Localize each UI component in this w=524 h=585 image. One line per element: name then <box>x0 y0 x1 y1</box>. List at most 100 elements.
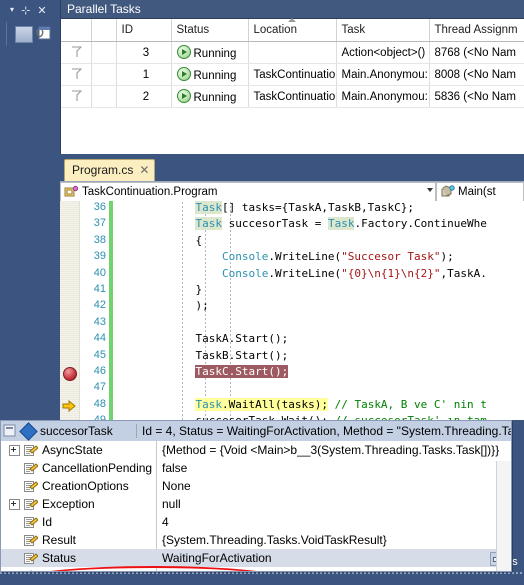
line-number: 46 <box>93 365 106 377</box>
mini-toolbar <box>6 22 59 46</box>
parallel-tasks-window: Parallel Tasks ID Status Location Task T… <box>60 0 524 154</box>
line-number: 38 <box>93 233 106 246</box>
chevron-down-icon[interactable] <box>427 188 433 192</box>
cell-thread: 8008 (<No Nam <box>429 63 524 86</box>
auto-hide-pin-icon[interactable]: ⊹ <box>21 3 32 19</box>
code-text: } <box>116 283 203 296</box>
cell-status: Running <box>171 85 249 108</box>
datatip-row[interactable]: Raw View <box>1 567 511 571</box>
datatip-row-value: 4 <box>162 515 169 529</box>
column-header-location-label: Location <box>253 24 297 36</box>
row-icon-cell <box>91 41 117 64</box>
datatip-row-value: null <box>162 497 181 511</box>
code-text-area[interactable]: 36 Task[] tasks={TaskA,TaskB,TaskC}; 37 T… <box>60 201 524 420</box>
code-text: Console.WriteLine("{0}\n{1}\n{2}",TaskA. <box>221 266 487 280</box>
datatip-row[interactable]: CreationOptions None <box>1 477 511 495</box>
editor-navigation-bar: TaskContinuation.Program Main(st <box>60 181 524 203</box>
datatip-row[interactable]: Exception null <box>1 495 511 513</box>
datatip-row[interactable]: Status WaitingForActivation <box>1 549 511 567</box>
parallel-tasks-title: Parallel Tasks <box>61 0 524 19</box>
code-line[interactable]: 40 Console.WriteLine("{0}\n{1}\n{2}",Tas… <box>60 267 524 283</box>
table-row[interactable]: 3 Running Action<object>() 8768 (<No Nam <box>61 41 524 64</box>
datatip-row[interactable]: Result {System.Threading.Tasks.VoidTaskRe… <box>1 531 511 549</box>
code-line[interactable]: 37 Task succesorTask = Task.Factory.Cont… <box>60 217 524 233</box>
code-line[interactable]: 38 { <box>60 234 524 250</box>
cell-status: Running <box>171 41 249 64</box>
running-icon <box>176 67 191 81</box>
flag-icon[interactable] <box>71 68 82 80</box>
code-line[interactable]: 39 Console.WriteLine("Succesor Task"); <box>60 250 524 266</box>
attach-document-icon[interactable] <box>35 26 51 41</box>
running-icon <box>176 89 191 103</box>
column-header-flag[interactable] <box>61 19 92 42</box>
code-text: Task[] tasks={TaskA,TaskB,TaskC}; <box>195 201 415 214</box>
table-row[interactable]: 1 Running TaskContinuatio Main.Anonymou: 800… <box>61 63 524 86</box>
member-dropdown-value: Main(st <box>458 186 496 198</box>
code-line[interactable]: 41 } <box>60 283 524 299</box>
cell-id: 2 <box>116 85 172 108</box>
splitter-seam[interactable] <box>0 572 524 574</box>
tab-close-icon[interactable]: ✕ <box>139 163 149 177</box>
window-menu-caret-icon[interactable]: ▾ <box>10 2 16 18</box>
property-icon <box>24 534 39 547</box>
pin-icon[interactable] <box>3 424 17 438</box>
row-flag-cell[interactable] <box>61 41 92 64</box>
cell-status: Running <box>171 63 249 86</box>
datatip-row-name: Id <box>42 515 53 529</box>
code-line[interactable]: 44 TaskA.Start(); <box>60 332 524 348</box>
type-dropdown[interactable]: TaskContinuation.Program <box>60 182 436 202</box>
cell-thread: 5836 (<No Nam <box>429 85 524 108</box>
column-header-id[interactable]: ID <box>116 19 172 42</box>
cell-task: Action<object>() <box>336 41 430 64</box>
row-flag-cell[interactable] <box>61 63 92 86</box>
code-line[interactable]: 42 ); <box>60 299 524 315</box>
expand-toggle-icon[interactable] <box>9 570 20 571</box>
datatip-row-value: WaitingForActivation <box>162 551 272 565</box>
code-line[interactable]: 43 <box>60 316 524 332</box>
cell-status-label: Running <box>193 48 237 60</box>
expand-toggle-icon[interactable] <box>9 498 20 510</box>
cell-task: Main.Anonymou: <box>336 85 430 108</box>
tab-program-cs[interactable]: Program.cs ✕ <box>64 159 156 181</box>
parallel-tasks-grid[interactable]: ID Status Location Task Thread Assignm 3… <box>61 18 524 154</box>
datatip-row[interactable]: Id 4 <box>1 513 511 531</box>
row-flag-cell[interactable] <box>61 85 92 108</box>
column-header-task[interactable]: Task <box>336 19 430 42</box>
datatip-row-value: {System.Threading.Tasks.VoidTaskResult} <box>162 533 387 547</box>
datatip-row[interactable]: AsyncState {Method = {Void <Main>b__3(Sys… <box>1 441 511 459</box>
code-line[interactable]: 48 Task.WaitAll(tasks); // TaskA, B ve C… <box>60 397 524 414</box>
code-text: TaskC.Start(); <box>195 365 289 378</box>
datatip-row-name: CancellationPending <box>42 461 153 475</box>
visual-studio-debug-window: ▾ ⊹ ✕ Parallel Tasks ID Status Location … <box>0 0 524 585</box>
type-dropdown-value: TaskContinuation.Program <box>82 186 218 198</box>
datatip-scrollbar[interactable] <box>496 461 511 571</box>
table-row[interactable]: 2 Running TaskContinuatio Main.Anonymou: 583… <box>61 85 524 108</box>
line-number: 36 <box>93 201 106 213</box>
flag-icon[interactable] <box>71 46 82 58</box>
datatip-rows[interactable]: AsyncState {Method = {Void <Main>b__3(Sys… <box>1 441 511 571</box>
column-header-icon[interactable] <box>91 19 117 42</box>
column-header-status[interactable]: Status <box>171 19 249 42</box>
class-icon <box>64 185 79 199</box>
debugger-datatip: succesorTask Id = 4, Status = WaitingFor… <box>0 420 512 572</box>
code-text: { <box>116 233 203 247</box>
close-icon[interactable]: ✕ <box>37 3 48 19</box>
code-line[interactable]: 36 Task[] tasks={TaskA,TaskB,TaskC}; <box>60 201 524 217</box>
code-line[interactable]: 46 TaskC.Start(); <box>60 365 524 381</box>
column-header-location[interactable]: Location <box>248 18 337 42</box>
line-number: 39 <box>93 250 106 263</box>
window-icon[interactable] <box>15 26 33 43</box>
column-header-thread[interactable]: Thread Assignm <box>429 19 524 42</box>
expand-toggle-icon[interactable] <box>9 444 20 456</box>
flag-icon[interactable] <box>71 90 82 102</box>
code-line[interactable]: 45 TaskB.Start(); <box>60 349 524 365</box>
code-line[interactable]: 47 <box>60 381 524 397</box>
expression-icon <box>19 421 38 441</box>
member-dropdown[interactable]: Main(st <box>436 182 524 202</box>
cell-location <box>248 41 337 64</box>
cell-status-label: Running <box>193 70 237 82</box>
cell-task: Main.Anonymou: <box>336 63 430 86</box>
cell-location: TaskContinuatio <box>248 63 337 86</box>
datatip-row[interactable]: CancellationPending false <box>1 459 511 477</box>
tab-label: Program.cs <box>72 163 134 177</box>
